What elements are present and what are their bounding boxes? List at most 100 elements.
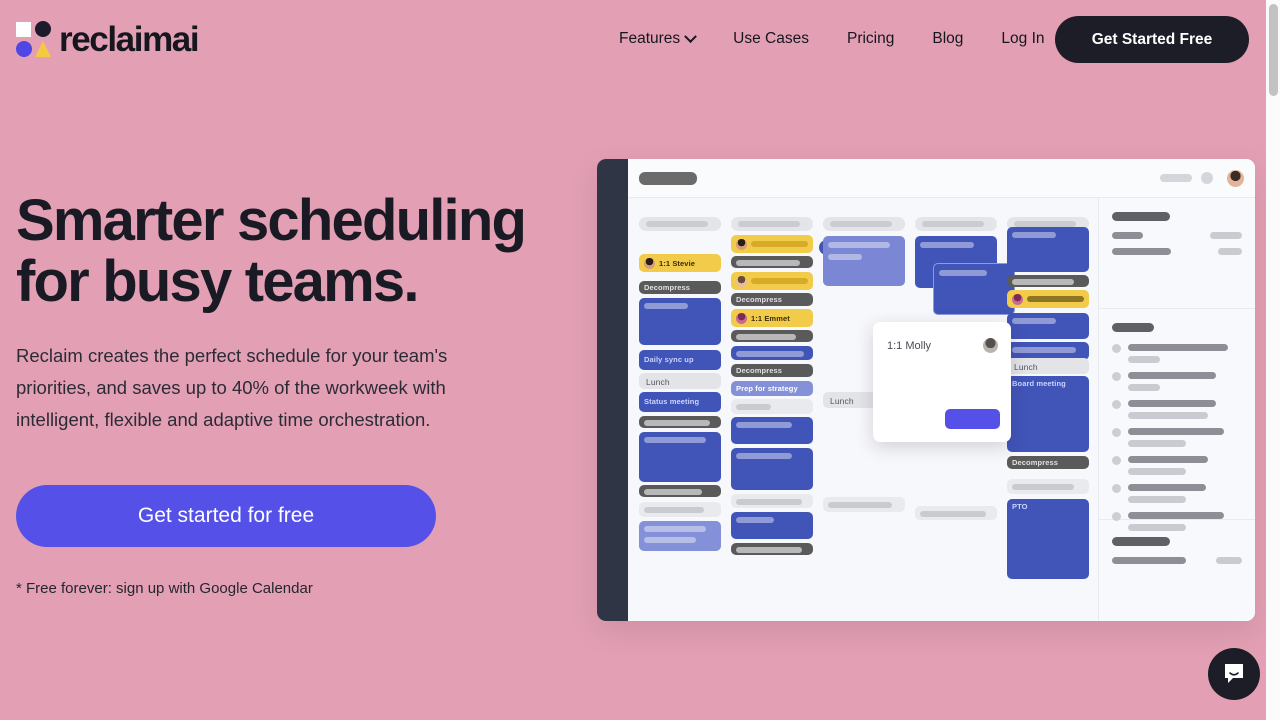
panel-section-summary (1099, 198, 1255, 309)
calendar-event[interactable] (731, 417, 813, 444)
list-item[interactable] (1112, 372, 1242, 391)
list-item[interactable] (1112, 456, 1242, 475)
calendar-event[interactable]: Decompress (1007, 456, 1089, 469)
event-placeholder-bar (1012, 484, 1074, 490)
calendar-event[interactable] (731, 235, 813, 253)
event-placeholder-bar (736, 351, 804, 357)
logo-triangle-shape (35, 41, 51, 57)
calendar-event[interactable] (731, 256, 813, 268)
event-placeholder-bar (1012, 347, 1076, 353)
get-started-for-free-button[interactable]: Get started for free (16, 485, 436, 548)
calendar-event[interactable] (1007, 313, 1089, 339)
event-placeholder-bar (828, 242, 890, 248)
event-placeholder-bar (736, 517, 774, 523)
nav-item-label: Use Cases (733, 30, 809, 47)
logo-square-shape (16, 22, 31, 37)
event-label: Decompress (1012, 458, 1059, 467)
event-placeholder-bar (828, 502, 892, 508)
calendar-event[interactable] (1007, 227, 1089, 272)
calendar-event[interactable]: 1:1 Emmet (731, 309, 813, 327)
panel-line-placeholder (1210, 232, 1242, 239)
page-scrollbar-track[interactable] (1266, 0, 1280, 720)
calendar-event[interactable]: Status meeting (639, 392, 721, 412)
primary-navigation: Features Use Cases Pricing Blog Log In (600, 26, 1064, 52)
nav-item-use-cases[interactable]: Use Cases (714, 26, 828, 52)
chevron-down-icon (684, 29, 698, 43)
panel-section-title-placeholder (1112, 323, 1154, 332)
calendar-event[interactable]: Daily sync up (639, 350, 721, 370)
calendar-event[interactable]: Lunch (1007, 358, 1089, 374)
get-started-free-button[interactable]: Get Started Free (1055, 16, 1249, 63)
calendar-event[interactable] (731, 448, 813, 490)
calendar-event[interactable]: Board meeting (1007, 376, 1089, 452)
calendar-event[interactable] (639, 485, 721, 497)
list-item[interactable] (1112, 400, 1242, 419)
calendar-event[interactable] (731, 330, 813, 342)
nav-item-log-in[interactable]: Log In (982, 26, 1063, 52)
logo-circle-blue-shape (16, 41, 32, 57)
list-item-title-placeholder (1128, 372, 1216, 379)
event-placeholder-bar (828, 254, 862, 260)
panel-line-placeholder (1218, 248, 1242, 255)
calendar-event[interactable] (731, 399, 813, 414)
hero-content: Smarter scheduling for busy teams. Recla… (16, 190, 536, 597)
calendar-event[interactable] (1007, 290, 1089, 308)
event-label: Board meeting (1012, 379, 1066, 388)
calendar-event[interactable]: Prep for strategy (731, 381, 813, 396)
avatar[interactable] (1227, 170, 1244, 187)
list-item[interactable] (1112, 428, 1242, 447)
calendar-event[interactable] (639, 416, 721, 428)
list-item-title-placeholder (1128, 344, 1228, 351)
calendar-event[interactable] (731, 494, 813, 508)
hero-cta-note: * Free forever: sign up with Google Cale… (16, 580, 313, 598)
calendar-day-header (915, 217, 997, 231)
calendar-event[interactable] (731, 543, 813, 555)
calendar-event[interactable]: Decompress (731, 293, 813, 306)
list-item-title-placeholder (1128, 512, 1224, 519)
event-placeholder-bar (644, 537, 696, 543)
event-placeholder-bar (644, 420, 710, 426)
calendar-event[interactable] (823, 236, 905, 286)
event-label: 1:1 Emmet (751, 313, 790, 323)
event-label: Prep for strategy (736, 384, 798, 393)
page-scrollbar-thumb[interactable] (1269, 4, 1278, 96)
list-item[interactable] (1112, 512, 1242, 531)
calendar-event[interactable]: Lunch (639, 373, 721, 389)
calendar-event[interactable] (731, 512, 813, 539)
list-item-title-placeholder (1128, 428, 1224, 435)
event-placeholder-bar (736, 547, 802, 553)
calendar-event[interactable] (915, 506, 997, 520)
event-label: Decompress (736, 295, 783, 304)
calendar-event[interactable] (1007, 275, 1089, 287)
event-placeholder-bar (751, 278, 808, 284)
calendar-event[interactable]: 1:1 Stevie (639, 254, 721, 272)
nav-item-label: Blog (932, 30, 964, 47)
calendar-event[interactable] (639, 298, 721, 345)
logo-circle-dark-shape (35, 21, 51, 37)
calendar-event[interactable] (639, 502, 721, 517)
calendar-event[interactable]: Decompress (639, 281, 721, 294)
nav-item-pricing[interactable]: Pricing (828, 26, 913, 52)
nav-item-features[interactable]: Features (600, 26, 714, 52)
event-label: 1:1 Stevie (659, 258, 696, 268)
nav-item-blog[interactable]: Blog (913, 26, 982, 52)
calendar-event[interactable] (1007, 479, 1089, 494)
calendar-event[interactable] (731, 346, 813, 360)
list-item[interactable] (1112, 484, 1242, 503)
panel-line-placeholder (1112, 248, 1171, 255)
calendar-event[interactable]: PTO (1007, 499, 1089, 579)
calendar-event[interactable] (639, 432, 721, 482)
calendar-event-dragging[interactable] (933, 263, 1015, 315)
calendar-event[interactable] (823, 497, 905, 512)
list-item[interactable] (1112, 344, 1242, 363)
logo[interactable]: reclaimai (16, 20, 200, 58)
calendar-event[interactable] (731, 272, 813, 290)
intercom-messenger-button[interactable] (1208, 648, 1260, 700)
calendar-event[interactable] (639, 521, 721, 551)
panel-line-placeholder (1112, 557, 1186, 564)
event-label: Decompress (644, 283, 691, 292)
event-label: Status meeting (644, 397, 700, 406)
list-item-title-placeholder (1128, 484, 1206, 491)
popover-confirm-button[interactable] (945, 409, 1000, 429)
calendar-event[interactable]: Decompress (731, 364, 813, 377)
